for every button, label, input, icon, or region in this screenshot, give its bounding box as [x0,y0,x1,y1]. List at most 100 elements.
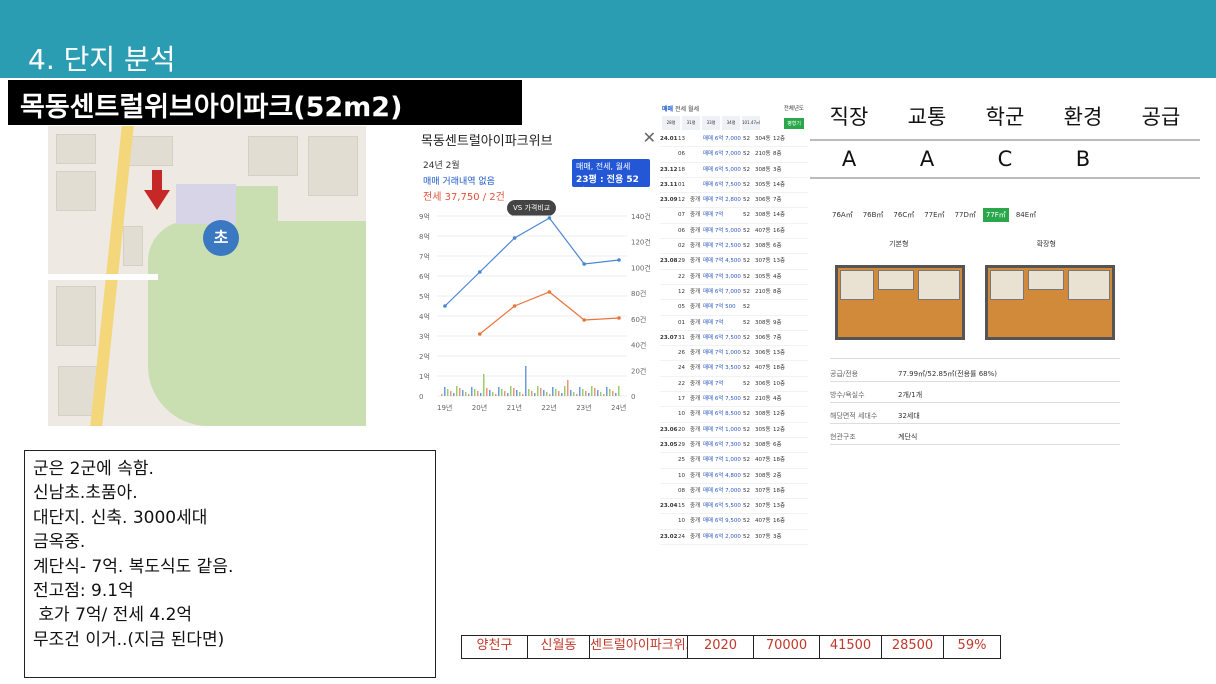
summary-cell: 41500 [820,636,882,658]
list-item[interactable]: 22 중개 매매 7억 3,000 52 305동 4층 [660,270,808,285]
list-item[interactable]: 23.09 12 중개 매매 7억 2,800 52 306동 7층 [660,193,808,209]
location-map[interactable]: 초 [48,126,366,426]
school-area [176,184,236,224]
grade-value: A [841,147,857,171]
row-floor: 16층 [773,518,786,525]
list-item[interactable]: 23.05 29 중개 매매 6억 7,300 52 308동 6층 [660,438,808,454]
list-item[interactable]: 02 중개 매매 7억 2,500 52 308동 6층 [660,239,808,255]
row-date [660,239,678,253]
row-price: 매매 6억 9,500 [703,518,741,525]
list-item[interactable]: 23.06 20 중개 매매 7억 1,000 52 305동 12층 [660,423,808,438]
list-item[interactable]: 23.02 24 중개 매매 6억 2,000 52 307동 3층 [660,530,808,546]
floor-plan-basic [835,265,965,340]
plan-info-value: 32세대 [898,412,920,420]
tab-monthly[interactable]: 월세 [688,106,699,113]
size-chip[interactable]: 101.47㎡ [742,116,760,130]
volume-bar [501,389,503,396]
row-type [690,132,703,146]
size-chip[interactable]: 31평 [682,116,700,130]
row-type: 중개 [690,441,701,448]
summary-cell: 2020 [688,636,754,658]
year-sort[interactable]: 전체년도 [784,104,804,112]
list-item[interactable]: 23.11 01 매매 6억 7,500 52 305동 14층 [660,178,808,194]
list-item[interactable]: 10 중개 매매 6억 9,500 52 407동 16층 [660,514,808,530]
row-floor: 3층 [773,166,782,173]
divider [810,177,1200,179]
tab-jeonse[interactable]: 전세 [675,106,686,113]
y-tick-label: 6억 [419,273,430,281]
row-floor: 4층 [773,396,782,403]
list-item[interactable]: 25 중개 매매 7억 1,000 52 407동 18층 [660,453,808,469]
row-dong: 305동 [755,273,771,280]
row-date: 23.04 [660,503,678,510]
list-item[interactable]: 05 중개 매매 7억 500 52 [660,300,808,316]
map-block [308,136,358,196]
row-area: 52 [743,136,750,142]
list-item[interactable]: 24 중개 매매 7억 3,500 52 407동 18층 [660,361,808,377]
row-date: 23.05 [660,441,678,448]
list-item[interactable]: 10 중개 매매 6억 4,800 52 308동 2층 [660,469,808,484]
row-price: 매매 7억 5,000 [703,227,741,234]
row-price: 매매 7억 3,000 [703,273,741,280]
tab-sale[interactable]: 매매 [662,106,673,113]
x-tick-label: 21년 [507,403,522,412]
row-type: 중개 [690,380,701,387]
list-item[interactable]: 08 중개 매매 6억 7,000 52 307동 18층 [660,484,808,500]
row-price: 매매 7억 [703,380,724,387]
school-marker[interactable]: 초 [203,220,239,256]
y2-tick-label: 120건 [631,238,651,247]
plan-tab[interactable]: 76C㎡ [890,208,917,222]
row-price: 매매 6억 7,500 [703,396,741,403]
size-chip[interactable]: 28평 [662,116,680,130]
list-item[interactable]: 01 중개 매매 7억 52 308동 9층 [660,316,808,331]
close-icon[interactable]: ✕ [643,128,656,147]
plan-labels: 기본형 확장형 [825,239,1120,249]
row-type: 중개 [690,518,701,525]
filter-button[interactable]: 매매, 전세, 월세 23평 : 전용 52㎡ [572,159,650,198]
row-area: 52 [743,304,750,311]
note-line: 대단지. 신축. 3000세대 [33,507,208,528]
row-day: 31 [678,334,685,341]
row-dong: 308동 [755,243,771,250]
list-item[interactable]: 24.01 13 매매 6억 7,000 52 304동 12층 [660,132,808,148]
row-day: 12 [678,288,685,295]
plan-tab[interactable]: 77E㎡ [921,208,947,222]
row-floor: 8층 [773,288,782,295]
list-item[interactable]: 06 매매 6억 7,000 52 210동 8층 [660,147,808,163]
list-item[interactable]: 07 중개 매매 7억 52 308동 14층 [660,208,808,224]
list-item[interactable]: 12 중개 매매 6억 7,000 52 210동 8층 [660,285,808,301]
list-item[interactable]: 10 중개 매매 6억 8,500 52 308동 12층 [660,407,808,423]
list-item[interactable]: 06 중개 매매 7억 5,000 52 407동 16층 [660,224,808,240]
plan-tab[interactable]: 77D㎡ [952,208,979,222]
volume-bar [603,394,605,396]
plan-tab[interactable]: 76B㎡ [860,208,887,222]
list-item[interactable]: 17 중개 매매 6억 7,500 52 210동 4층 [660,392,808,408]
volume-bar [555,389,557,396]
row-dong: 305동 [755,426,771,433]
summary-cell: 59% [957,638,987,653]
plan-tab[interactable]: 84E㎡ [1013,208,1039,222]
list-item[interactable]: 23.07 31 중개 매매 6억 7,500 52 306동 7층 [660,331,808,347]
row-dong: 307동 [755,258,771,265]
transaction-list[interactable]: 매매 전세 월세 전체년도 28평 31평 33평 34평 101.47㎡ 평형… [660,100,808,580]
floor-plan-extended [985,265,1115,340]
list-item[interactable]: 26 중개 매매 7억 1,000 52 306동 13층 [660,346,808,362]
plan-tab[interactable]: 76A㎡ [829,208,856,222]
list-item[interactable]: 23.12 18 매매 6억 5,000 52 308동 3층 [660,163,808,178]
list-item[interactable]: 23.04 15 중개 매매 6억 5,500 52 307동 13층 [660,499,808,515]
list-item[interactable]: 22 중개 매매 7억 52 306동 10층 [660,377,808,393]
size-chip[interactable]: 33평 [702,116,720,130]
size-chip[interactable]: 34평 [722,116,740,130]
plan-tab[interactable]: 77F㎡ [982,208,1009,222]
row-area: 52 [743,166,750,173]
row-area: 52 [743,396,750,403]
size-button[interactable]: 평형기 [784,118,804,129]
row-dong: 307동 [755,503,771,510]
volume-bar [453,393,455,396]
row-type: 중개 [690,503,701,510]
list-tabs[interactable]: 매매 전세 월세 [662,104,699,113]
volume-bar [606,387,608,396]
section-title: 4. 단지 분석 [28,43,176,76]
map-block [56,171,96,211]
list-item[interactable]: 23.08 29 중개 매매 7억 4,500 52 307동 13층 [660,254,808,270]
